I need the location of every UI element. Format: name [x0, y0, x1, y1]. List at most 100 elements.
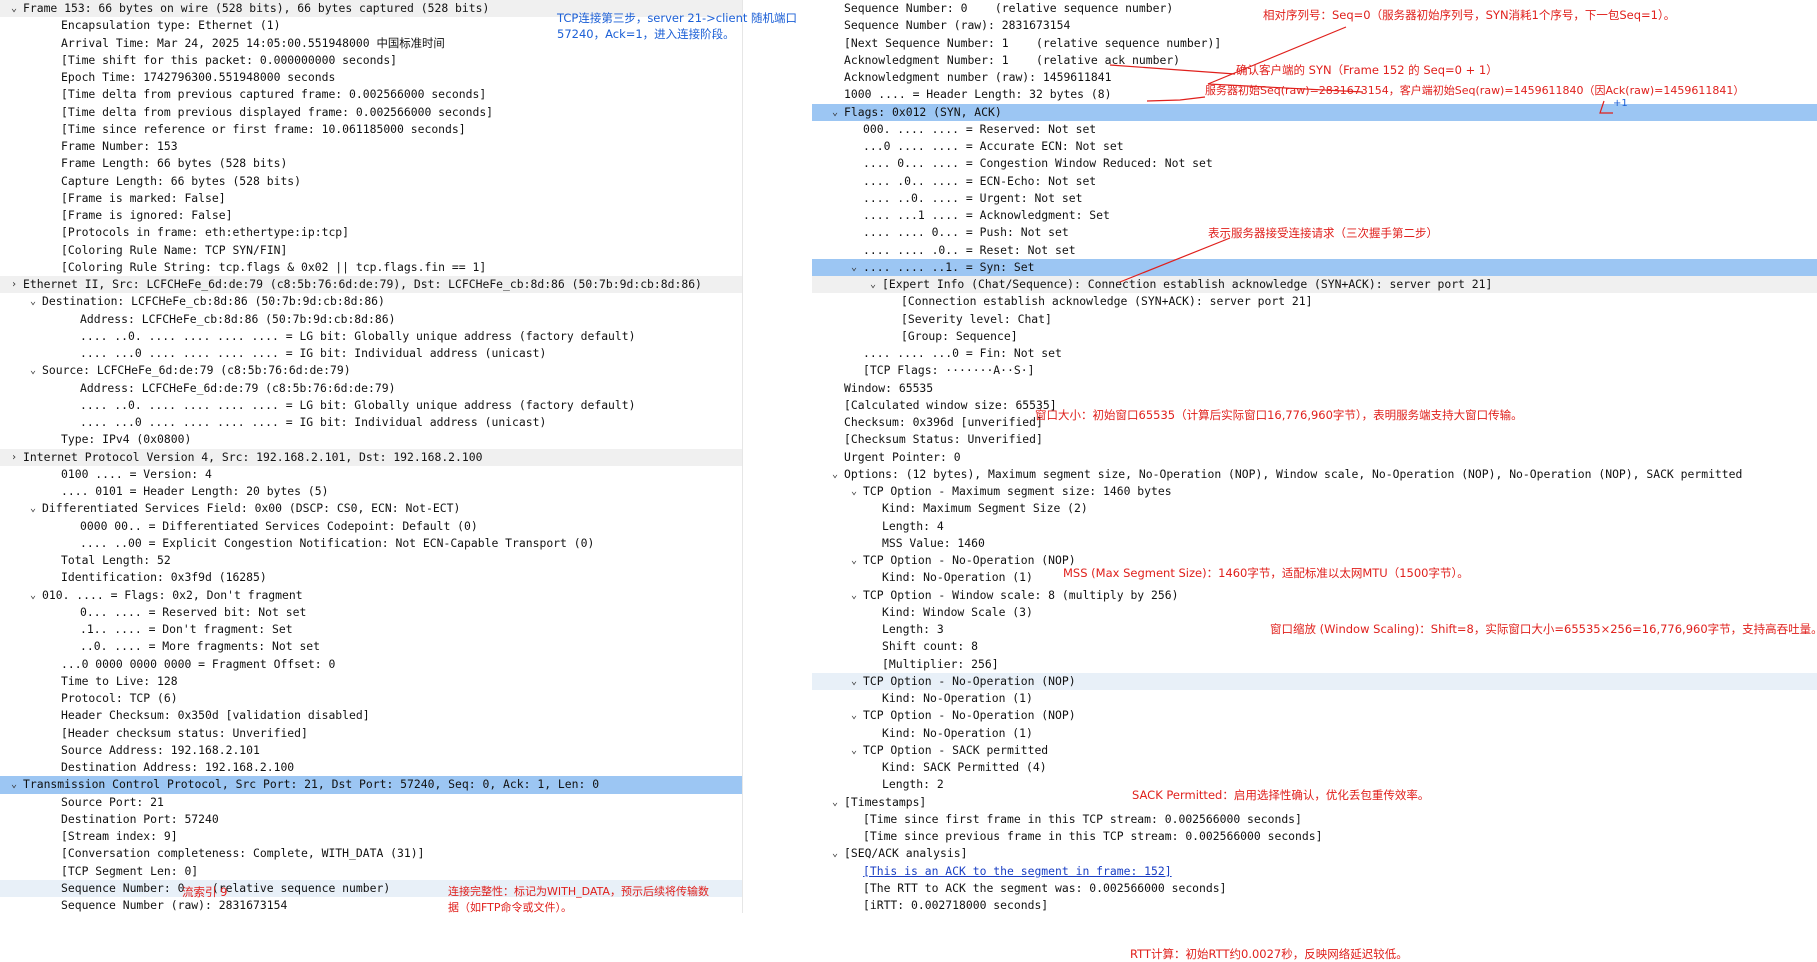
right-tree-row[interactable]: [Multiplier: 256] — [812, 656, 1817, 673]
left-tree-row[interactable]: Epoch Time: 1742796300.551948000 seconds — [0, 69, 742, 86]
right-tree-row[interactable]: [iRTT: 0.002718000 seconds] — [812, 897, 1817, 913]
left-tree-row[interactable]: [Time shift for this packet: 0.000000000… — [0, 52, 742, 69]
left-tree-row[interactable]: .... ...0 .... .... .... .... = IG bit: … — [0, 414, 742, 431]
right-tree-row[interactable]: [The RTT to ACK the segment was: 0.00256… — [812, 880, 1817, 897]
right-tree-row[interactable]: .... .0.. .... = ECN-Echo: Not set — [812, 173, 1817, 190]
right-tree-row[interactable]: ⌄ TCP Option - Maximum segment size: 1460… — [812, 483, 1817, 500]
left-tree-row[interactable]: .... ...0 .... .... .... .... = IG bit: … — [0, 345, 742, 362]
chevron-down-icon[interactable]: ⌄ — [848, 259, 860, 276]
chevron-right-icon[interactable]: › — [8, 276, 20, 293]
chevron-down-icon[interactable]: ⌄ — [848, 707, 860, 724]
right-tree-row[interactable]: Kind: No-Operation (1) — [812, 725, 1817, 742]
chevron-down-icon[interactable]: ⌄ — [848, 483, 860, 500]
right-tree-row[interactable]: ...0 .... .... = Accurate ECN: Not set — [812, 138, 1817, 155]
chevron-down-icon[interactable]: ⌄ — [27, 293, 39, 310]
left-tree-row[interactable]: [Frame is ignored: False] — [0, 207, 742, 224]
left-tree-row[interactable]: .... 0101 = Header Length: 20 bytes (5) — [0, 483, 742, 500]
chevron-down-icon[interactable]: ⌄ — [848, 587, 860, 604]
left-tree-row[interactable]: › Internet Protocol Version 4, Src: 192.1… — [0, 448, 742, 466]
right-tree-row[interactable]: ⌄ Options: (12 bytes), Maximum segment si… — [812, 466, 1817, 483]
left-tree-row[interactable]: Capture Length: 66 bytes (528 bits) — [0, 173, 742, 190]
right-tree-row[interactable]: [Checksum Status: Unverified] — [812, 431, 1817, 448]
left-tree-row[interactable]: ...0 0000 0000 0000 = Fragment Offset: 0 — [0, 656, 742, 673]
chevron-down-icon[interactable]: ⌄ — [829, 466, 841, 483]
chevron-down-icon[interactable]: ⌄ — [829, 794, 841, 811]
chevron-down-icon[interactable]: ⌄ — [829, 104, 841, 121]
right-tree-row[interactable]: [Next Sequence Number: 1 (relative seque… — [812, 35, 1817, 52]
left-tree-row[interactable]: Frame Number: 153 — [0, 138, 742, 155]
left-tree-row[interactable]: Type: IPv4 (0x0800) — [0, 431, 742, 448]
right-tree-row[interactable]: [Connection establish acknowledge (SYN+A… — [812, 293, 1817, 310]
left-tree-row[interactable]: Address: LCFCHeFe_6d:de:79 (c8:5b:76:6d:… — [0, 380, 742, 397]
chevron-down-icon[interactable]: ⌄ — [8, 0, 20, 17]
right-tree-row[interactable]: [Group: Sequence] — [812, 328, 1817, 345]
left-tree-row[interactable]: [Protocols in frame: eth:ethertype:ip:tc… — [0, 224, 742, 241]
chevron-down-icon[interactable]: ⌄ — [27, 587, 39, 604]
left-tree-row[interactable]: [Frame is marked: False] — [0, 190, 742, 207]
chevron-down-icon[interactable]: ⌄ — [848, 552, 860, 569]
left-tree-row[interactable]: Frame Length: 66 bytes (528 bits) — [0, 155, 742, 172]
left-tree-row[interactable]: Protocol: TCP (6) — [0, 690, 742, 707]
right-tree-row[interactable]: Shift count: 8 — [812, 638, 1817, 655]
right-tree-row[interactable]: ⌄ [Expert Info (Chat/Sequence): Connectio… — [812, 276, 1817, 294]
right-tree-row[interactable]: [Time since first frame in this TCP stre… — [812, 811, 1817, 828]
left-tree-row[interactable]: Source Address: 192.168.2.101 — [0, 742, 742, 759]
right-tree-row[interactable]: Kind: Window Scale (3) — [812, 604, 1817, 621]
right-tree-row[interactable]: .... ..0. .... = Urgent: Not set — [812, 190, 1817, 207]
chevron-down-icon[interactable]: ⌄ — [829, 845, 841, 862]
right-tree-row[interactable]: MSS Value: 1460 — [812, 535, 1817, 552]
right-tree-row[interactable]: ⌄ TCP Option - No-Operation (NOP) — [812, 707, 1817, 724]
chevron-down-icon[interactable]: ⌄ — [27, 500, 39, 517]
left-tree-row[interactable]: 0100 .... = Version: 4 — [0, 466, 742, 483]
left-tree-row[interactable]: [TCP Segment Len: 0] — [0, 863, 742, 880]
chevron-down-icon[interactable]: ⌄ — [27, 362, 39, 379]
left-tree-row[interactable]: ⌄ Transmission Control Protocol, Src Port… — [0, 776, 742, 794]
chevron-right-icon[interactable]: › — [8, 449, 20, 466]
right-tree-row[interactable]: [This is an ACK to the segment in frame:… — [812, 863, 1817, 880]
left-tree-row[interactable]: [Time delta from previous displayed fram… — [0, 104, 742, 121]
left-tree-row[interactable]: ..0. .... = More fragments: Not set — [0, 638, 742, 655]
right-tree-row[interactable]: Kind: Maximum Segment Size (2) — [812, 500, 1817, 517]
left-tree-row[interactable]: ⌄ Destination: LCFCHeFe_cb:8d:86 (50:7b:9… — [0, 293, 742, 310]
left-tree-row[interactable]: [Stream index: 9] — [0, 828, 742, 845]
left-tree-row[interactable]: › Ethernet II, Src: LCFCHeFe_6d:de:79 (c8… — [0, 276, 742, 294]
frame-link[interactable]: [This is an ACK to the segment in frame:… — [863, 863, 1172, 880]
right-tree-row[interactable]: 000. .... .... = Reserved: Not set — [812, 121, 1817, 138]
right-tree-row[interactable]: Kind: No-Operation (1) — [812, 690, 1817, 707]
right-tree-row[interactable]: Window: 65535 — [812, 380, 1817, 397]
right-tree-row[interactable]: .... ...1 .... = Acknowledgment: Set — [812, 207, 1817, 224]
left-tree-row[interactable]: ⌄ Source: LCFCHeFe_6d:de:79 (c8:5b:76:6d:… — [0, 362, 742, 379]
left-tree-row[interactable]: Time to Live: 128 — [0, 673, 742, 690]
right-tree-row[interactable]: .... 0... .... = Congestion Window Reduc… — [812, 155, 1817, 172]
left-tree-row[interactable]: Address: LCFCHeFe_cb:8d:86 (50:7b:9d:cb:… — [0, 311, 742, 328]
right-tree-row[interactable]: [Severity level: Chat] — [812, 311, 1817, 328]
chevron-down-icon[interactable]: ⌄ — [848, 673, 860, 690]
right-tree-row[interactable]: Length: 4 — [812, 518, 1817, 535]
left-tree-row[interactable]: [Coloring Rule Name: TCP SYN/FIN] — [0, 242, 742, 259]
left-tree-row[interactable]: Destination Port: 57240 — [0, 811, 742, 828]
left-tree-row[interactable]: .... ..0. .... .... .... .... = LG bit: … — [0, 397, 742, 414]
left-tree-row[interactable]: [Time since reference or first frame: 10… — [0, 121, 742, 138]
left-tree-row[interactable]: ⌄ 010. .... = Flags: 0x2, Don't fragment — [0, 587, 742, 604]
left-tree-row[interactable]: Destination Address: 192.168.2.100 — [0, 759, 742, 776]
left-tree-row[interactable]: 0000 00.. = Differentiated Services Code… — [0, 518, 742, 535]
packet-details-left-pane[interactable]: ⌄ Frame 153: 66 bytes on wire (528 bits),… — [0, 0, 742, 913]
left-tree-row[interactable]: [Time delta from previous captured frame… — [0, 86, 742, 103]
right-tree-row[interactable]: [TCP Flags: ·······A··S·] — [812, 362, 1817, 379]
right-tree-row[interactable]: Kind: SACK Permitted (4) — [812, 759, 1817, 776]
chevron-down-icon[interactable]: ⌄ — [8, 776, 20, 793]
right-tree-row[interactable]: ⌄ TCP Option - No-Operation (NOP) — [812, 672, 1817, 690]
right-tree-row[interactable]: ⌄.... .... ..1. = Syn: Set — [812, 258, 1817, 276]
chevron-down-icon[interactable]: ⌄ — [848, 742, 860, 759]
left-tree-row[interactable]: Identification: 0x3f9d (16285) — [0, 569, 742, 586]
right-tree-row[interactable]: [Time since previous frame in this TCP s… — [812, 828, 1817, 845]
left-tree-row[interactable]: ⌄ Differentiated Services Field: 0x00 (DS… — [0, 500, 742, 517]
left-tree-row[interactable]: .... ..0. .... .... .... .... = LG bit: … — [0, 328, 742, 345]
left-tree-row[interactable]: [Header checksum status: Unverified] — [0, 725, 742, 742]
left-tree-row[interactable]: Total Length: 52 — [0, 552, 742, 569]
packet-details-right-pane[interactable]: Sequence Number: 0 (relative sequence nu… — [812, 0, 1817, 913]
right-tree-row[interactable]: ⌄ [SEQ/ACK analysis] — [812, 845, 1817, 862]
chevron-down-icon[interactable]: ⌄ — [867, 276, 879, 293]
left-tree-row[interactable]: [Coloring Rule String: tcp.flags & 0x02 … — [0, 259, 742, 276]
right-tree-row[interactable]: ⌄ TCP Option - SACK permitted — [812, 742, 1817, 759]
